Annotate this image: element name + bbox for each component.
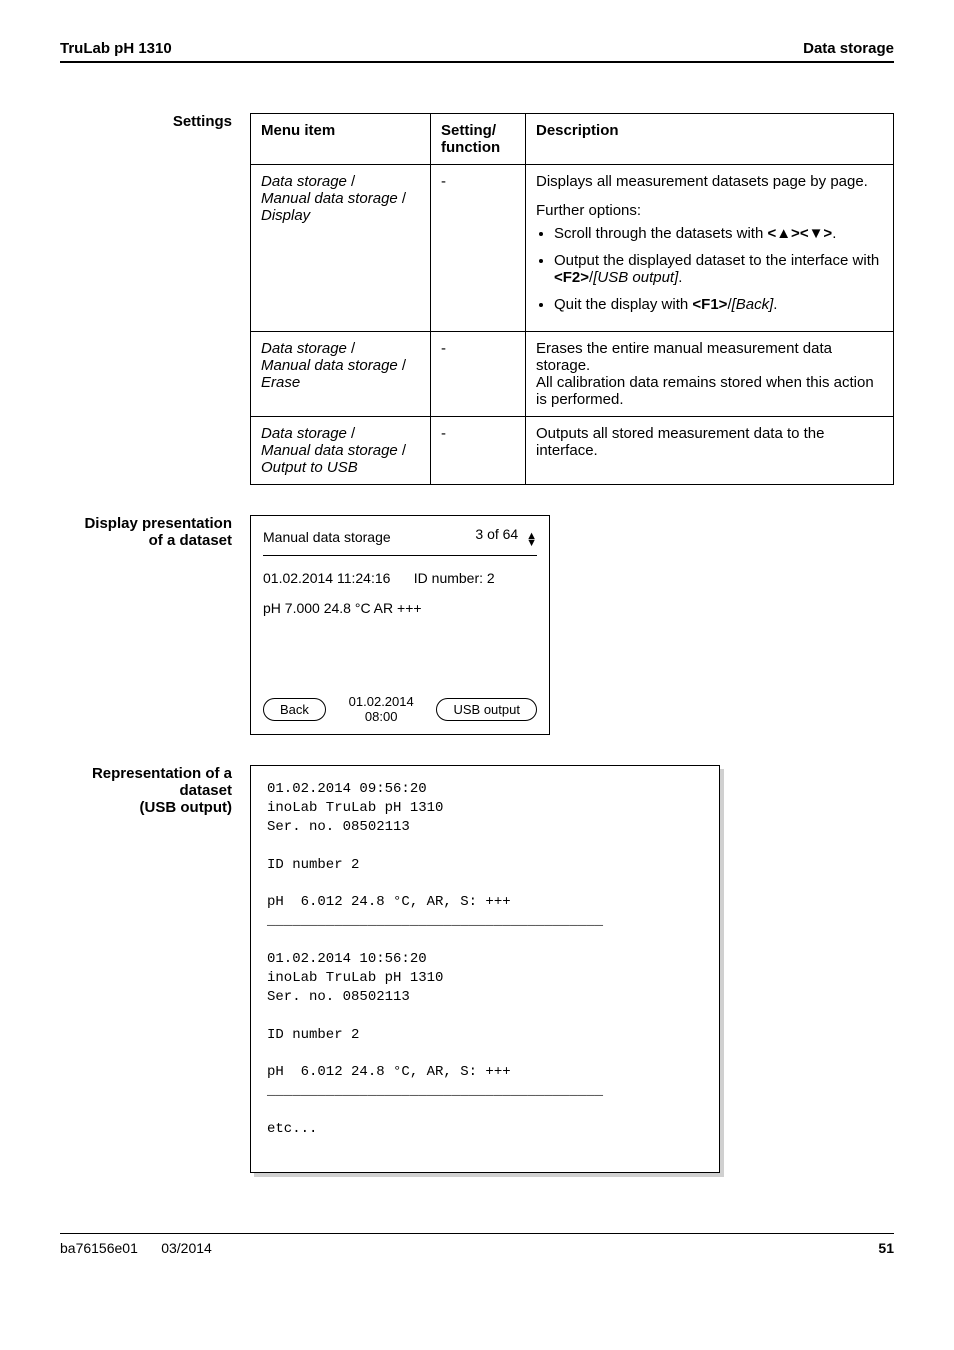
usb-rep-label: Representation of a dataset (USB output) — [60, 765, 250, 1173]
display-box: Manual data storage 3 of 64 ▲▼ 01.02.201… — [250, 515, 550, 735]
row1-menu: Data storage / Manual data storage / Dis… — [251, 165, 431, 332]
row1-b3: Quit the display with <F1>/[Back]. — [554, 296, 883, 313]
row2-menu: Data storage / Manual data storage / Era… — [251, 332, 431, 417]
back-pill: Back — [263, 698, 326, 721]
settings-label: Settings — [60, 113, 250, 485]
disp-head-left: Manual data storage — [263, 529, 391, 545]
row1-desc: Displays all measurement datasets page b… — [526, 165, 894, 332]
timestamp-center: 01.02.2014 08:00 — [349, 694, 414, 724]
row1-b2: Output the displayed dataset to the inte… — [554, 252, 883, 286]
disp-pres-label: Display presentation of a dataset — [60, 515, 250, 735]
usb-output-box: 01.02.2014 09:56:20 inoLab TruLab pH 131… — [250, 765, 720, 1173]
footer-left: ba76156e01 — [60, 1240, 138, 1256]
disp-head-right: 3 of 64 — [475, 526, 518, 542]
footer-page: 51 — [878, 1240, 894, 1256]
th-desc: Description — [526, 114, 894, 165]
row3-desc: Outputs all stored measurement data to t… — [526, 417, 894, 485]
usb-output-text: 01.02.2014 09:56:20 inoLab TruLab pH 131… — [250, 765, 720, 1173]
usb-pill: USB output — [436, 698, 537, 721]
disp-line2: pH 7.000 24.8 °C AR +++ — [263, 600, 537, 616]
header-left: TruLab pH 1310 — [60, 40, 172, 57]
disp-line1-left: 01.02.2014 11:24:16 — [263, 570, 390, 586]
up-down-icon: ▲▼ — [526, 533, 537, 547]
settings-table: Menu item Setting/ function Description … — [250, 113, 894, 485]
th-menu: Menu item — [251, 114, 431, 165]
row1-setting: - — [431, 165, 526, 332]
footer-mid: 03/2014 — [161, 1240, 212, 1256]
row3-setting: - — [431, 417, 526, 485]
th-setting: Setting/ function — [431, 114, 526, 165]
row3-menu: Data storage / Manual data storage / Out… — [251, 417, 431, 485]
header-right: Data storage — [803, 40, 894, 57]
row2-desc: Erases the entire manual measurement dat… — [526, 332, 894, 417]
disp-line1-right: ID number: 2 — [414, 570, 495, 586]
row2-setting: - — [431, 332, 526, 417]
row1-b1: Scroll through the datasets with <▲><▼>. — [554, 225, 883, 242]
